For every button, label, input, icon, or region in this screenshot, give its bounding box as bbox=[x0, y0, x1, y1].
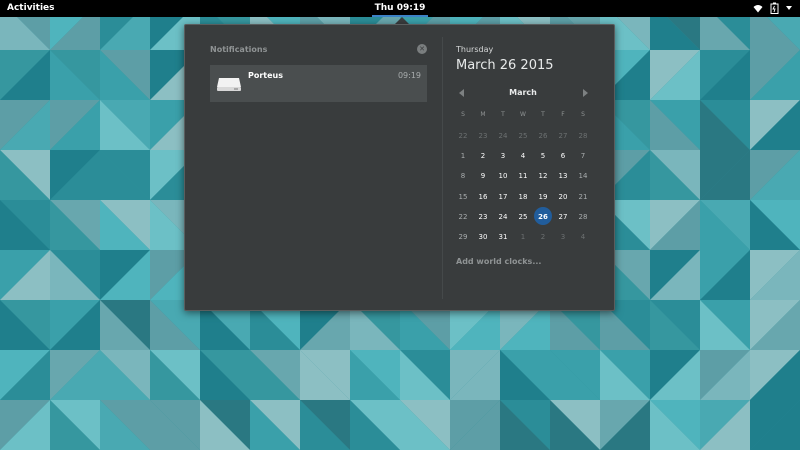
calendar-day[interactable]: 20 bbox=[553, 187, 573, 207]
clock-button[interactable]: Thu 09:19 bbox=[372, 0, 428, 17]
weekday-letter: W bbox=[520, 111, 526, 118]
calendar-day[interactable]: 3 bbox=[553, 227, 573, 247]
add-world-clocks-link[interactable]: Add world clocks... bbox=[456, 257, 541, 266]
calendar-day[interactable]: 15 bbox=[453, 187, 473, 207]
weekday-letter: S bbox=[461, 111, 465, 118]
weekday-letter: T bbox=[541, 111, 545, 118]
calendar-day[interactable]: 21 bbox=[573, 187, 593, 207]
calendar-day[interactable]: 24 bbox=[493, 207, 513, 227]
weekday-letter: M bbox=[480, 111, 486, 118]
calendar-day[interactable]: 18 bbox=[513, 187, 533, 207]
calendar-day[interactable]: 16 bbox=[473, 187, 493, 207]
top-bar: Activities Thu 09:19 bbox=[0, 0, 800, 17]
notification-item[interactable]: Porteus 09:19 bbox=[210, 65, 427, 102]
weekday-letter: T bbox=[501, 111, 505, 118]
calendar-day[interactable]: 25 bbox=[513, 126, 533, 146]
weekday-letter: S bbox=[581, 111, 585, 118]
panel-divider bbox=[442, 37, 443, 299]
system-tray[interactable] bbox=[753, 2, 792, 14]
calendar-day[interactable]: 2 bbox=[533, 227, 553, 247]
calendar-day[interactable]: 6 bbox=[553, 146, 573, 166]
calendar-day[interactable]: 28 bbox=[573, 126, 593, 146]
calendar-day[interactable]: 27 bbox=[553, 126, 573, 146]
calendar-day[interactable]: 8 bbox=[453, 166, 473, 186]
calendar-day[interactable]: 22 bbox=[453, 126, 473, 146]
calendar-day[interactable]: 9 bbox=[473, 166, 493, 186]
activities-button[interactable]: Activities bbox=[7, 3, 55, 13]
calendar-day[interactable]: 3 bbox=[493, 146, 513, 166]
calendar-day[interactable]: 13 bbox=[553, 166, 573, 186]
weekday-label[interactable]: Thursday bbox=[456, 45, 493, 54]
calendar-day[interactable]: 23 bbox=[473, 207, 493, 227]
message-tray-panel: Notifications ✕ Porteus 09:19 Thursday M… bbox=[184, 24, 615, 311]
popover-arrow bbox=[395, 17, 409, 24]
calendar-day[interactable]: 12 bbox=[533, 166, 553, 186]
calendar-day[interactable]: 22 bbox=[453, 207, 473, 227]
calendar-day-today[interactable]: 26 bbox=[533, 206, 553, 227]
calendar-day[interactable]: 30 bbox=[473, 227, 493, 247]
calendar-day[interactable]: 17 bbox=[493, 187, 513, 207]
chevron-down-icon[interactable] bbox=[786, 6, 792, 10]
calendar-day[interactable]: 7 bbox=[573, 146, 593, 166]
calendar-day[interactable]: 2 bbox=[473, 146, 493, 166]
calendar-day[interactable]: 31 bbox=[493, 227, 513, 247]
calendar-grid: 22 23 24 25 26 27 28 1 2 3 4 5 6 7 8 9 10 11 12 13 14 15 16 17 1… bbox=[453, 126, 593, 247]
date-label[interactable]: March 26 2015 bbox=[456, 58, 554, 73]
wifi-icon[interactable] bbox=[753, 4, 763, 13]
calendar-day[interactable]: 1 bbox=[513, 227, 533, 247]
calendar-day[interactable]: 14 bbox=[573, 166, 593, 186]
battery-icon[interactable] bbox=[770, 2, 779, 14]
calendar-day[interactable]: 29 bbox=[453, 227, 473, 247]
weekday-header: SMTWTFS bbox=[453, 111, 593, 118]
next-month-icon[interactable] bbox=[580, 88, 590, 98]
calendar-day[interactable]: 28 bbox=[573, 207, 593, 227]
calendar-day[interactable]: 10 bbox=[493, 166, 513, 186]
calendar-day[interactable]: 11 bbox=[513, 166, 533, 186]
notifications-heading: Notifications bbox=[210, 45, 268, 54]
weekday-letter: F bbox=[561, 111, 565, 118]
calendar-day[interactable]: 4 bbox=[573, 227, 593, 247]
calendar-day[interactable]: 24 bbox=[493, 126, 513, 146]
calendar-day[interactable]: 26 bbox=[533, 126, 553, 146]
calendar-day[interactable]: 25 bbox=[513, 207, 533, 227]
calendar-day[interactable]: 23 bbox=[473, 126, 493, 146]
notification-time: 09:19 bbox=[397, 71, 421, 80]
calendar-day[interactable]: 1 bbox=[453, 146, 473, 166]
close-icon[interactable]: ✕ bbox=[417, 44, 427, 54]
calendar-day[interactable]: 5 bbox=[533, 146, 553, 166]
calendar-day[interactable]: 19 bbox=[533, 187, 553, 207]
previous-month-icon[interactable] bbox=[457, 88, 467, 98]
calendar-day[interactable]: 27 bbox=[553, 207, 573, 227]
drive-icon bbox=[217, 78, 241, 91]
calendar-day[interactable]: 4 bbox=[513, 146, 533, 166]
notification-app-name: Porteus bbox=[248, 71, 284, 80]
month-label: March bbox=[509, 88, 537, 97]
